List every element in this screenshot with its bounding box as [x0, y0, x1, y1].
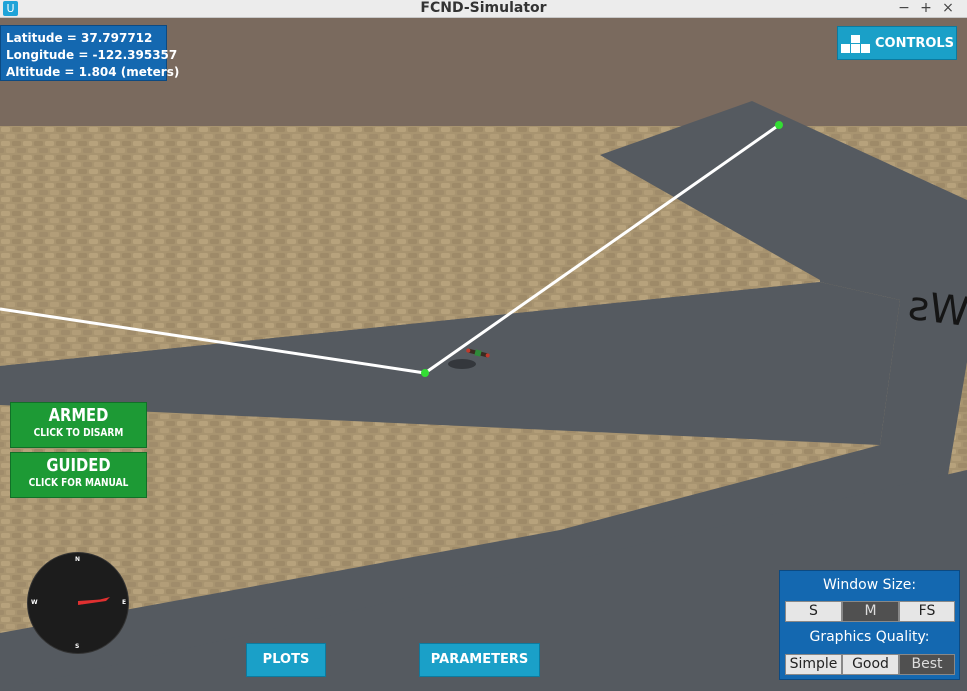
close-button[interactable]: ×: [938, 0, 958, 17]
waypoint-marker: [775, 121, 783, 129]
altitude-text: Altitude = 1.804 (meters): [6, 65, 180, 79]
waypoint-marker: [421, 369, 429, 377]
graphics-quality-title: Graphics Quality:: [809, 629, 930, 645]
window-size-fs-button[interactable]: FS: [899, 601, 955, 622]
longitude-text: Longitude = -122.395357: [6, 48, 178, 62]
armed-subtitle: CLICK TO DISARM: [33, 426, 124, 439]
quality-simple-button[interactable]: Simple: [785, 654, 842, 675]
armed-title: ARMED: [48, 405, 109, 426]
minimize-button[interactable]: −: [894, 0, 914, 17]
quality-best-button[interactable]: Best: [899, 654, 955, 675]
drone-shadow: [448, 359, 476, 369]
armed-button[interactable]: ARMED CLICK TO DISARM: [10, 402, 147, 448]
guided-title: GUIDED: [46, 455, 111, 476]
controls-label: CONTROLS: [875, 36, 955, 51]
quality-good-button[interactable]: Good: [842, 654, 899, 675]
controls-button[interactable]: CONTROLS: [837, 26, 957, 60]
title-bar: U FCND-Simulator − + ×: [0, 0, 967, 18]
latitude-text: Latitude = 37.797712: [6, 31, 153, 45]
compass: N E S W: [28, 553, 128, 653]
guided-subtitle: CLICK FOR MANUAL: [28, 476, 129, 489]
controls-blocks-icon: [841, 35, 871, 53]
window-title: FCND-Simulator: [420, 0, 547, 16]
window-size-title: Window Size:: [822, 577, 917, 593]
plots-button[interactable]: PLOTS: [246, 643, 326, 677]
compass-needle-icon: [78, 597, 110, 605]
window-size-s-button[interactable]: S: [785, 601, 842, 622]
settings-panel: Window Size: S M FS Graphics Quality: Si…: [779, 570, 960, 680]
parameters-button[interactable]: PARAMETERS: [419, 643, 540, 677]
position-readout: Latitude = 37.797712 Longitude = -122.39…: [0, 25, 180, 81]
window-size-m-button[interactable]: M: [842, 601, 899, 622]
ground-text: Ws: [906, 283, 967, 336]
maximize-button[interactable]: +: [916, 0, 936, 17]
guided-button[interactable]: GUIDED CLICK FOR MANUAL: [10, 452, 147, 498]
